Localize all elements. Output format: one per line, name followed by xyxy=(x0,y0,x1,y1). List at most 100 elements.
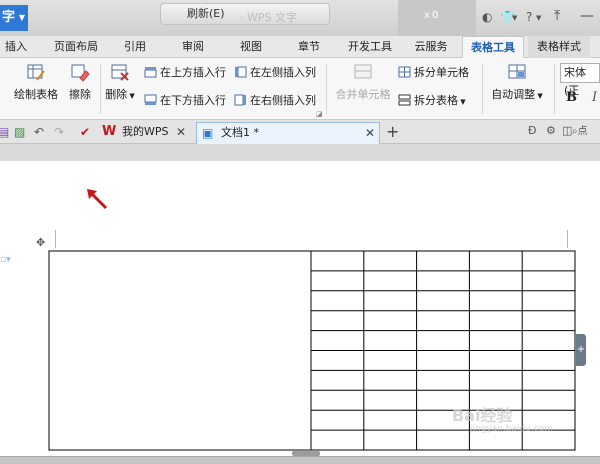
print-icon[interactable]: ▤ xyxy=(0,125,9,139)
insert-col-left-button[interactable]: 在左侧插入列 xyxy=(234,64,316,80)
app-menu-label: 字 xyxy=(2,10,16,25)
menu-bar: 插入 页面布局 引用 审阅 视图 章节 开发工具 云服务 表格工具 表格样式 xyxy=(0,36,600,58)
title-bar: 字 ▼ 刷新(E) · WPS 文字 x 0 ◐ 👕 ▼ ? ▼ ⤒ — xyxy=(0,0,600,36)
chevron-down-icon: ▼ xyxy=(127,92,135,100)
title-overlay-block: x 0 xyxy=(398,0,476,36)
merge-cells-label: 合并单元格 xyxy=(335,88,391,101)
delete-label: 删除 xyxy=(105,88,128,101)
delete-table-icon xyxy=(111,64,129,81)
ribbon-separator xyxy=(554,64,555,114)
red-arrow-icon xyxy=(87,189,108,210)
insert-col-left-label: 在左侧插入列 xyxy=(250,66,316,79)
italic-button[interactable]: I xyxy=(592,90,597,105)
split-cells-button[interactable]: 拆分单元格 xyxy=(398,64,469,80)
cloud-sync-icon[interactable]: ◐ xyxy=(482,10,492,24)
auto-adjust-icon xyxy=(508,64,526,79)
split-table-button[interactable]: 拆分表格 ▼ xyxy=(398,92,466,108)
insert-col-right-button[interactable]: 在右侧插入列 xyxy=(234,92,316,108)
app-menu-button[interactable]: 字 ▼ xyxy=(0,5,28,31)
ribbon-separator xyxy=(100,64,101,114)
minimize-button[interactable]: — xyxy=(580,8,594,24)
watermark-main: Bai经验 xyxy=(452,406,513,425)
collapse-ribbon-icon[interactable]: ◫ xyxy=(562,124,572,137)
ribbon-separator xyxy=(326,64,327,114)
search-hint: 点 xyxy=(577,126,588,137)
chevron-down-icon: ▼ xyxy=(535,92,543,100)
status-bar xyxy=(0,456,600,464)
margin-corner-mark xyxy=(567,230,568,248)
tab-review[interactable]: 审阅 xyxy=(176,36,210,58)
eraser-icon xyxy=(71,64,90,82)
split-cells-icon xyxy=(398,66,411,78)
insert-row-above-button[interactable]: 在上方插入行 xyxy=(144,64,226,80)
insert-row-below-label: 在下方插入行 xyxy=(160,94,226,107)
tab-table-style[interactable]: 表格样式 xyxy=(528,36,590,58)
delete-button[interactable]: 删除 ▼ xyxy=(102,62,138,102)
undo-icon[interactable]: ↶ xyxy=(34,125,44,139)
insert-row-below-button[interactable]: 在下方插入行 xyxy=(144,92,226,108)
close-icon[interactable]: ✕ xyxy=(365,123,375,143)
chevron-down-icon[interactable]: ▼ xyxy=(536,14,541,22)
auto-adjust-button[interactable]: 自动调整 ▼ xyxy=(486,62,548,102)
pin-icon[interactable]: ✔ xyxy=(80,125,90,139)
print-preview-icon[interactable]: ▨ xyxy=(14,125,25,139)
draw-table-label: 绘制表格 xyxy=(14,88,58,101)
document-menu-icon[interactable]: Ð xyxy=(528,124,537,137)
window-title-ghost: · WPS 文字 xyxy=(240,11,297,24)
font-name-select[interactable]: 宋体 (正 xyxy=(560,63,600,97)
chevron-down-icon[interactable]: ▼ xyxy=(512,14,517,22)
settings-icon[interactable]: ⚙ xyxy=(546,124,556,137)
chevron-down-icon: ▼ xyxy=(458,98,466,106)
add-column-button[interactable]: + xyxy=(576,334,586,366)
ribbon-separator xyxy=(482,64,483,114)
tab-strip: ▤ ▨ ↶ ↷ ✔ W 我的WPS ✕ ▣ 文档1 * ✕ + Ð ⚙ ◫ ⌕点 xyxy=(0,120,600,144)
tab-references[interactable]: 引用 xyxy=(118,36,152,58)
insert-col-left-icon xyxy=(235,66,247,78)
tab-document-1[interactable]: ▣ 文档1 * ✕ xyxy=(196,122,380,144)
erase-button[interactable]: 擦除 xyxy=(64,62,96,102)
split-cells-label: 拆分单元格 xyxy=(414,66,469,79)
insert-col-right-label: 在右侧插入列 xyxy=(250,94,316,107)
merge-cells-icon xyxy=(354,64,372,79)
draw-table-icon xyxy=(27,64,45,81)
split-table-label: 拆分表格 xyxy=(414,94,458,107)
chevron-down-icon: ▼ xyxy=(18,13,25,22)
bold-button[interactable]: B xyxy=(566,90,577,105)
ghost-close: x xyxy=(424,10,430,21)
restore-icon[interactable]: ⤒ xyxy=(554,8,560,24)
draw-table-button[interactable]: 绘制表格 xyxy=(12,62,60,102)
margin-corner-mark xyxy=(55,230,56,248)
split-table-icon xyxy=(398,94,411,106)
redo-icon[interactable]: ↷ xyxy=(54,125,64,139)
search-box[interactable]: ⌕点 xyxy=(572,123,600,141)
insert-row-above-label: 在上方插入行 xyxy=(160,66,226,79)
insert-row-above-icon xyxy=(144,67,157,78)
tab-document-label: 文档1 * xyxy=(221,126,259,139)
tab-page-layout[interactable]: 页面布局 xyxy=(50,36,102,58)
document-gray-band xyxy=(0,145,600,161)
horizontal-scrollbar-thumb[interactable] xyxy=(292,451,320,456)
tab-my-wps-label: 我的WPS xyxy=(122,125,169,138)
watermark-sub: jingyan.baidu.com xyxy=(470,424,554,434)
document-icon: ▣ xyxy=(202,126,214,140)
merge-cells-button[interactable]: 合并单元格 xyxy=(332,62,394,102)
table-side-tool-icon[interactable]: ▫▾ xyxy=(0,255,11,265)
tab-section[interactable]: 章节 xyxy=(292,36,326,58)
tab-my-wps[interactable]: W 我的WPS ✕ xyxy=(98,122,190,144)
tab-table-tools[interactable]: 表格工具 xyxy=(462,36,524,58)
insert-col-right-icon xyxy=(234,94,246,106)
dialog-launcher-icon[interactable]: ◪ xyxy=(316,110,323,118)
new-tab-button[interactable]: + xyxy=(386,122,399,141)
tab-insert[interactable]: 插入 xyxy=(0,36,32,58)
ribbon: 绘制表格 擦除 删除 ▼ 在上方插入行 在下方插入行 在左侧插入列 在右侧插入列… xyxy=(0,58,600,120)
baidu-watermark: Bai经验 jingyan.baidu.com xyxy=(452,402,553,434)
close-icon[interactable]: ✕ xyxy=(176,122,186,142)
help-icon[interactable]: ? xyxy=(526,10,532,24)
tab-developer[interactable]: 开发工具 xyxy=(344,36,396,58)
insert-row-below-icon xyxy=(144,94,157,105)
wps-logo-icon: W xyxy=(102,124,117,139)
tab-view[interactable]: 视图 xyxy=(234,36,268,58)
table-move-handle-icon[interactable]: ✥ xyxy=(36,236,49,249)
tab-cloud[interactable]: 云服务 xyxy=(410,36,452,58)
erase-label: 擦除 xyxy=(69,88,91,101)
